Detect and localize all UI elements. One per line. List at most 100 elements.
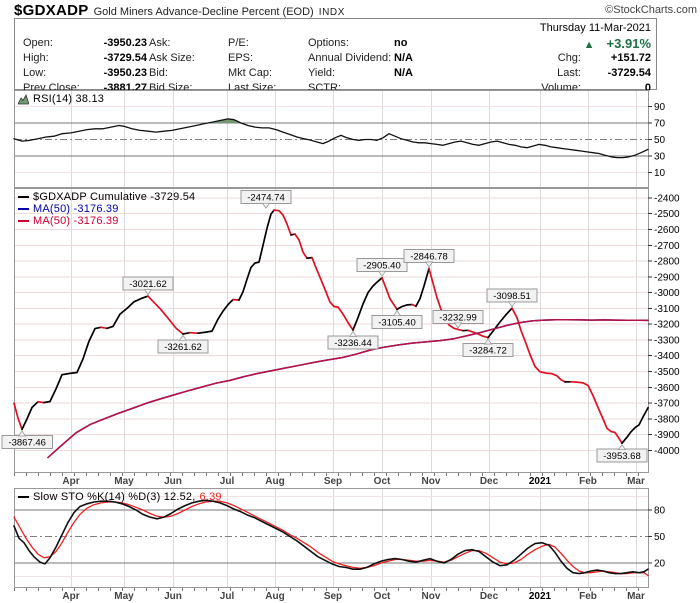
last-label: Last: — [557, 67, 581, 79]
svg-text:-2474.74: -2474.74 — [247, 193, 285, 204]
options-label: Options: — [308, 37, 349, 49]
y-axis-label: 30 — [654, 151, 666, 162]
rsi-chart-panel: 90 70 50 30 10 — [13, 90, 666, 188]
svg-text:-3021.62: -3021.62 — [129, 279, 167, 290]
ma50-blue-swatch — [18, 208, 29, 210]
x-axis-label: Aug — [265, 476, 285, 487]
quote-column-fundamentals: P/E: EPS: Mkt Cap: Last Size: — [228, 36, 276, 96]
y-axis-label: 10 — [654, 168, 666, 179]
chg-value: +151.72 — [610, 52, 651, 64]
y-axis-label: 80 — [654, 505, 666, 516]
x-axis-label: Apr — [62, 476, 80, 487]
x-axis-label: Mar — [627, 476, 645, 487]
rsi-legend: RSI(14) 38.13 — [18, 93, 104, 105]
ma50-blue-legend-label: MA(50) -3176.39 — [33, 203, 119, 215]
quote-change-block: ▲ +3.91% Chg: +151.72 Last: -3729.54 Volume… — [541, 36, 651, 96]
x-axis-label: Jun — [164, 476, 182, 487]
quote-date: Thursday 11-Mar-2021 — [539, 22, 651, 34]
yield-label: Yield: — [308, 67, 336, 79]
x-axis-label: 2021 — [528, 591, 552, 602]
y-axis-label: -2400 — [654, 193, 680, 204]
chg-label: Chg: — [557, 52, 581, 64]
y-axis-label: -3800 — [654, 414, 680, 425]
x-axis-label: Mar — [627, 591, 645, 602]
y-axis-label: -3900 — [654, 430, 680, 441]
slow-sto-chart-panel: 80 50 20 — [13, 488, 666, 588]
exchange-label: INDX — [318, 7, 346, 18]
symbol: $GDXADP — [14, 2, 89, 19]
quote-panel: Thursday 11-Mar-2021 Open: -3950.23 High:… — [14, 18, 657, 94]
y-axis-label: 20 — [654, 559, 666, 570]
yield-value: N/A — [394, 67, 413, 79]
y-axis-label: 50 — [654, 532, 666, 543]
change-percent: +3.91% — [606, 36, 651, 51]
svg-text:-3098.51: -3098.51 — [493, 291, 531, 302]
low-value: -3950.23 — [103, 67, 147, 79]
sto-legend-label: Slow STO %K(14) %D(3) 12.52, — [33, 491, 196, 503]
x-axis-label: Feb — [579, 476, 597, 487]
y-axis-label: -2800 — [654, 257, 680, 268]
y-axis-label: -3600 — [654, 383, 680, 394]
last-value: -3729.54 — [607, 67, 651, 79]
x-axis-label: Apr — [62, 591, 80, 602]
ma50-red-swatch — [18, 220, 29, 222]
y-axis-label: -2700 — [654, 241, 680, 252]
open-label: Open: — [23, 37, 53, 49]
main-price-chart-panel: -2400 -2500 -2600 -2700 -2800 -2900 -3000 -3100… — [1, 188, 680, 473]
sto-k-swatch — [18, 496, 29, 498]
svg-text:-3953.68: -3953.68 — [603, 451, 641, 462]
x-axis-label: Sep — [323, 591, 343, 602]
y-axis-label: -4000 — [654, 446, 680, 457]
y-axis-label: -3700 — [654, 399, 680, 410]
quote-column-options: Options: no Annual Dividend: N/A Yield: N/A… — [308, 36, 413, 96]
y-axis-label: -3500 — [654, 367, 680, 378]
options-value: no — [394, 37, 408, 49]
y-axis-label: -3300 — [654, 335, 680, 346]
sto-legend: Slow STO %K(14) %D(3) 12.52, 6.39 — [18, 491, 222, 503]
pe-label: P/E: — [228, 37, 249, 49]
high-label: High: — [23, 52, 49, 64]
svg-text:-3236.44: -3236.44 — [334, 338, 372, 349]
x-axis-label: Jul — [219, 476, 235, 487]
eps-label: EPS: — [228, 52, 254, 64]
x-axis-label: Oct — [373, 591, 391, 602]
y-axis-label: -3200 — [654, 320, 680, 331]
y-axis-label: -3000 — [654, 288, 680, 299]
x-axis-label: Sep — [323, 476, 343, 487]
x-axis-label: 2021 — [528, 476, 552, 487]
sto-d-legend-value: 6.39 — [199, 491, 222, 503]
x-axis-label: Jul — [219, 591, 235, 602]
y-axis-label: -3400 — [654, 351, 680, 362]
svg-text:-3867.46: -3867.46 — [8, 438, 46, 449]
x-axis-label: May — [114, 476, 134, 487]
y-axis-label: 50 — [654, 135, 666, 146]
low-label: Low: — [23, 67, 47, 79]
svg-text:-3105.40: -3105.40 — [378, 317, 416, 328]
high-value: -3729.54 — [103, 52, 147, 64]
y-axis-label: -2900 — [654, 272, 680, 283]
quote-column-askbid: Ask: Ask Size: Bid: Bid Size: — [149, 36, 195, 96]
rsi-legend-label: RSI(14) 38.13 — [33, 93, 105, 105]
svg-text:-3232.99: -3232.99 — [439, 312, 477, 323]
y-axis-label: 70 — [654, 118, 666, 129]
y-axis-label: -2500 — [654, 209, 680, 220]
annual-dividend-value: N/A — [394, 52, 413, 64]
svg-text:-2905.40: -2905.40 — [363, 261, 401, 272]
ask-label: Ask: — [149, 37, 171, 49]
symbol-name: Gold Miners Advance-Decline Percent (EOD… — [93, 6, 314, 18]
x-axis-strip-main: Apr May Jun Jul Aug Sep Oct Nov Dec 2021 Feb Mar — [0, 473, 700, 488]
annual-dividend-label: Annual Dividend: — [308, 52, 392, 64]
x-axis-label: Aug — [265, 591, 285, 602]
x-axis-label: Dec — [479, 476, 499, 487]
up-arrow-icon: ▲ — [583, 39, 595, 51]
y-axis-label: -2600 — [654, 225, 680, 236]
mktcap-label: Mkt Cap: — [228, 67, 273, 79]
x-axis-label: Feb — [579, 591, 597, 602]
bid-label: Bid: — [149, 67, 168, 79]
copyright-label: ©StockCharts.com — [605, 4, 697, 16]
x-axis-label: Dec — [479, 591, 499, 602]
x-axis-label: Nov — [421, 591, 441, 602]
ma50-red-legend-label: MA(50) -3176.39 — [33, 215, 119, 227]
open-value: -3950.23 — [103, 37, 147, 49]
quote-column-ohlc: Open: -3950.23 High: -3729.54 Low: -3950.23… — [23, 36, 147, 96]
